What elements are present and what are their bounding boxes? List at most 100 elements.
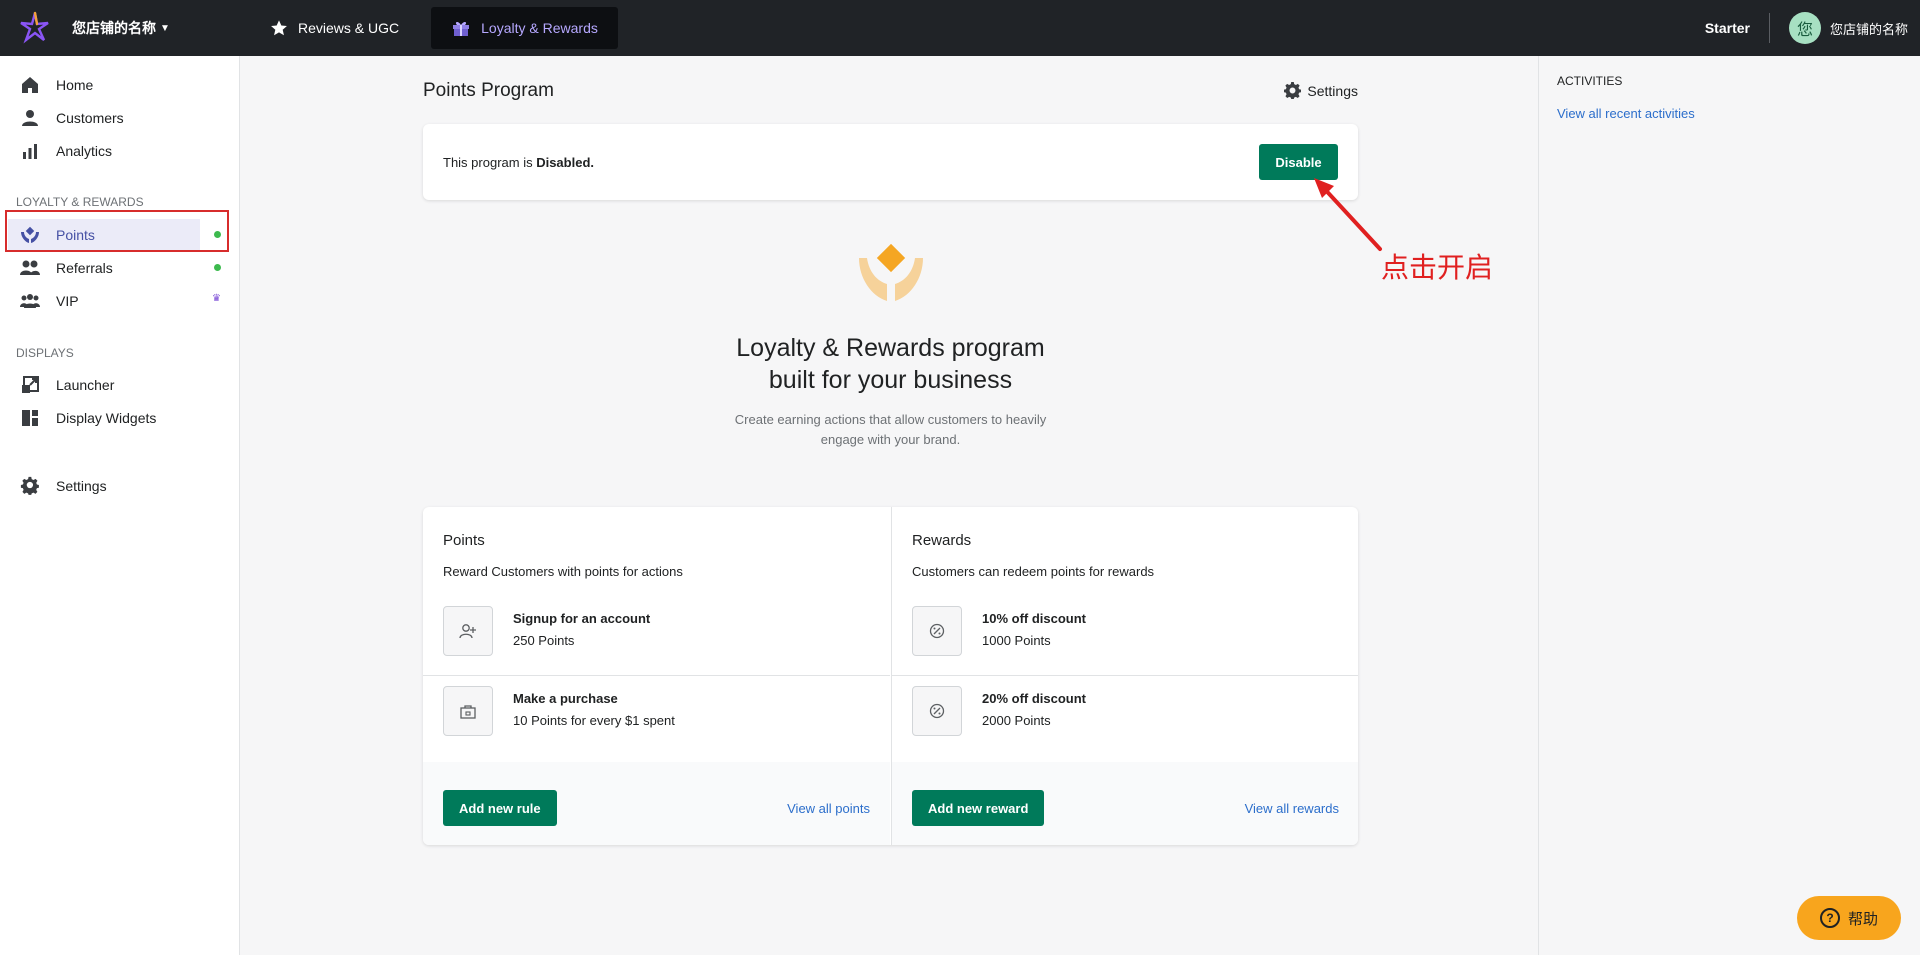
bar-chart-icon: [20, 141, 40, 161]
sidebar-item-label: Display Widgets: [56, 409, 157, 426]
sidebar-item-label: Home: [56, 76, 94, 93]
loyalty-section-heading: LOYALTY & REWARDS: [16, 195, 144, 209]
status-prefix: This program is: [443, 154, 537, 170]
hero-subtitle-line: Create earning actions that allow custom…: [734, 412, 1047, 427]
rewards-panel: Rewards Customers can redeem points for …: [891, 507, 1358, 845]
panel-description: Reward Customers with points for actions: [443, 564, 683, 579]
reward-value: 1000 Points: [982, 633, 1051, 648]
settings-link-label: Settings: [1307, 82, 1358, 99]
crown-icon: ♛: [212, 293, 221, 304]
disable-button[interactable]: Disable: [1259, 144, 1338, 180]
gift-icon: [453, 21, 470, 36]
sidebar-item-home[interactable]: Home: [8, 69, 200, 100]
activities-panel: ACTIVITIES View all recent activities: [1538, 56, 1920, 955]
avatar[interactable]: 您: [1788, 12, 1821, 44]
caret-down-icon: ▼: [160, 22, 170, 34]
status-text: This program is Disabled.: [443, 155, 594, 170]
discount-icon: [912, 686, 962, 736]
sidebar-item-launcher[interactable]: Launcher: [8, 369, 200, 400]
tab-reviews-ugc[interactable]: Reviews & UGC: [250, 7, 419, 49]
annotation-arrow-icon: [1314, 178, 1382, 251]
brand-logo-icon: [20, 11, 49, 44]
sidebar-item-settings[interactable]: Settings: [8, 470, 200, 501]
sidebar-item-customers[interactable]: Customers: [8, 102, 200, 133]
reward-title: 10% off discount: [982, 611, 1087, 626]
group-icon: [20, 291, 40, 311]
sidebar-item-display-widgets[interactable]: Display Widgets: [8, 402, 200, 433]
person-icon: [20, 108, 40, 128]
gear-icon: [20, 476, 40, 496]
sidebar-item-label: Referrals: [56, 259, 113, 276]
launcher-icon: [20, 375, 40, 395]
panel-description: Customers can redeem points for rewards: [912, 564, 1155, 579]
list-item[interactable]: 10% off discount 1000 Points: [892, 601, 1358, 675]
list-item[interactable]: Make a purchase 10 Points for every $1 s…: [423, 675, 890, 749]
account-area: Starter 您 您店铺的名称: [1705, 0, 1920, 56]
sidebar-item-referrals[interactable]: Referrals: [8, 252, 200, 283]
sidebar: Home Customers Analytics LOYALTY & REWAR…: [0, 56, 240, 955]
sidebar-item-label: VIP: [56, 292, 79, 309]
tab-reviews-ugc-label: Reviews & UGC: [298, 20, 400, 36]
discount-icon: [912, 606, 962, 656]
question-icon: ?: [1819, 908, 1840, 928]
activities-title: ACTIVITIES: [1557, 74, 1623, 88]
sidebar-item-label: Customers: [56, 109, 124, 126]
sidebar-item-label: Settings: [56, 477, 107, 494]
reward-title: 20% off discount: [982, 691, 1087, 706]
store-switcher[interactable]: 您店铺的名称 ▼: [0, 0, 238, 56]
sidebar-item-label: Analytics: [56, 142, 113, 159]
loyalty-hands-icon: [859, 244, 923, 301]
help-button[interactable]: ? 帮助: [1797, 896, 1901, 940]
panel-title: Rewards: [912, 532, 972, 549]
rule-title: Make a purchase: [513, 691, 618, 706]
list-item[interactable]: 20% off discount 2000 Points: [892, 675, 1358, 749]
status-dot: [214, 231, 221, 238]
status-dot: [214, 264, 221, 271]
program-panels: Points Reward Customers with points for …: [423, 507, 1358, 845]
add-new-reward-button[interactable]: Add new reward: [912, 790, 1045, 826]
view-all-points-link[interactable]: View all points: [787, 801, 870, 816]
hero-subtitle-line: engage with your brand.: [820, 432, 961, 447]
hands-icon: [20, 225, 40, 245]
sidebar-item-analytics[interactable]: Analytics: [8, 135, 200, 166]
tab-loyalty-rewards-label: Loyalty & Rewards: [481, 20, 598, 36]
status-value: Disabled.: [536, 154, 594, 170]
sidebar-item-label: Points: [56, 226, 95, 243]
star-icon: [271, 20, 287, 36]
add-person-icon: [443, 606, 493, 656]
account-name[interactable]: 您店铺的名称: [1830, 19, 1908, 38]
top-bar: 您店铺的名称 ▼ Reviews & UGC Loyalty & Rewards…: [0, 0, 1920, 56]
settings-link[interactable]: Settings: [1284, 82, 1358, 99]
sidebar-item-vip[interactable]: VIP: [8, 285, 200, 316]
points-panel: Points Reward Customers with points for …: [423, 507, 890, 845]
widgets-icon: [20, 408, 40, 428]
sidebar-item-label: Launcher: [56, 376, 115, 393]
displays-section-heading: DISPLAYS: [16, 346, 74, 360]
help-label: 帮助: [1847, 910, 1878, 928]
tab-loyalty-rewards[interactable]: Loyalty & Rewards: [431, 7, 619, 49]
page-title: Points Program: [423, 80, 554, 101]
shopping-bag-icon: [443, 686, 493, 736]
list-item[interactable]: Signup for an account 250 Points: [423, 601, 890, 675]
reward-value: 2000 Points: [982, 713, 1051, 728]
hero-title-line: built for your business: [768, 366, 1013, 394]
panel-footer: Add new rule View all points: [423, 762, 890, 845]
rule-value: 10 Points for every $1 spent: [513, 713, 675, 728]
hero-subtitle: Create earning actions that allow custom…: [423, 410, 1358, 450]
rule-title: Signup for an account: [513, 611, 651, 626]
gear-icon: [1284, 82, 1302, 99]
add-new-rule-button[interactable]: Add new rule: [443, 790, 557, 826]
annotation-text: 点击开启: [1381, 252, 1494, 283]
panel-title: Points: [443, 532, 485, 549]
sidebar-item-points[interactable]: Points: [8, 219, 200, 250]
hero-title-line: Loyalty & Rewards program: [736, 334, 1045, 362]
store-name: 您店铺的名称: [72, 20, 156, 36]
view-all-rewards-link[interactable]: View all rewards: [1245, 801, 1339, 816]
plan-badge[interactable]: Starter: [1705, 13, 1770, 43]
home-icon: [20, 75, 40, 95]
rule-value: 250 Points: [513, 633, 575, 648]
people-icon: [20, 258, 40, 278]
view-all-activities-link[interactable]: View all recent activities: [1557, 106, 1695, 121]
program-status-card: This program is Disabled. Disable: [423, 124, 1358, 200]
hero-title: Loyalty & Rewards program built for your…: [423, 332, 1358, 396]
